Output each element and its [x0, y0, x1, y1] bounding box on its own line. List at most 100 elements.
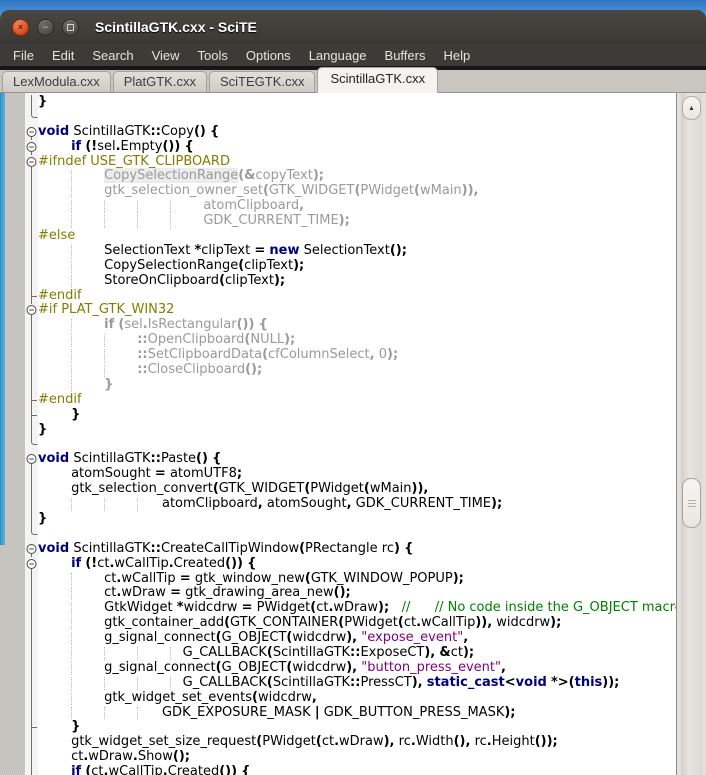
code-line[interactable]: } [0, 512, 676, 527]
code-line[interactable]: gtk_container_add(GTK_CONTAINER(PWidget(… [0, 616, 676, 631]
code-line[interactable]: gtk_widget_set_size_request(PWidget(ct.w… [0, 735, 676, 750]
code-line[interactable]: } [0, 408, 676, 423]
fold-marker[interactable] [25, 333, 38, 348]
code-line[interactable]: atomClipboard, atomSought, GDK_CURRENT_T… [0, 497, 676, 512]
fold-marker[interactable] [25, 274, 38, 289]
menu-item-options[interactable]: Options [237, 46, 300, 65]
fold-marker[interactable] [25, 408, 38, 423]
fold-marker[interactable] [25, 423, 38, 438]
fold-marker[interactable] [25, 214, 38, 229]
fold-marker[interactable] [25, 318, 38, 333]
code-line[interactable]: #if PLAT_GTK_WIN32 [0, 303, 676, 318]
code-line[interactable]: g_signal_connect(G_OBJECT(widcdrw), "but… [0, 661, 676, 676]
fold-marker[interactable] [25, 467, 38, 482]
scrollbar-thumb[interactable] [682, 478, 701, 528]
code-line[interactable]: ::SetClipboardData(cfColumnSelect, 0); [0, 348, 676, 363]
fold-marker[interactable] [25, 184, 38, 199]
code-line[interactable] [0, 437, 676, 452]
code-line[interactable]: if (sel.IsRectangular()) { [0, 318, 676, 333]
code-line[interactable] [0, 110, 676, 125]
code-line[interactable]: if (!ct.wCallTip.Created()) { [0, 557, 676, 572]
fold-marker[interactable] [25, 110, 38, 125]
fold-marker[interactable] [25, 512, 38, 527]
fold-marker[interactable] [25, 750, 38, 765]
fold-marker[interactable] [25, 631, 38, 646]
code-line[interactable]: gtk_selection_convert(GTK_WIDGET(PWidget… [0, 482, 676, 497]
fold-marker[interactable] [25, 95, 38, 110]
code-line[interactable]: gtk_widget_set_events(widcdrw, [0, 691, 676, 706]
fold-marker[interactable] [25, 586, 38, 601]
code-line[interactable]: #endif [0, 289, 676, 304]
scrollbar-trough[interactable] [681, 93, 702, 775]
tab-lexmodula-cxx[interactable]: LexModula.cxx [2, 71, 111, 92]
fold-marker[interactable] [25, 572, 38, 587]
fold-marker[interactable] [25, 140, 38, 155]
fold-marker[interactable] [25, 720, 38, 735]
fold-marker[interactable] [25, 661, 38, 676]
tab-scitegtk-cxx[interactable]: SciTEGTK.cxx [209, 71, 316, 92]
code-line[interactable]: GDK_EXPOSURE_MASK | GDK_BUTTON_PRESS_MAS… [0, 706, 676, 721]
code-line[interactable]: ::OpenClipboard(NULL); [0, 333, 676, 348]
fold-marker[interactable] [25, 706, 38, 721]
fold-marker[interactable] [25, 125, 38, 140]
code-line[interactable]: if (!sel.Empty()) { [0, 140, 676, 155]
code-line[interactable]: ct.wDraw.Show(); [0, 750, 676, 765]
fold-marker[interactable] [25, 497, 38, 512]
fold-marker[interactable] [25, 259, 38, 274]
code-area[interactable]: }void ScintillaGTK::Copy() { if (!sel.Em… [0, 95, 676, 775]
code-line[interactable]: void ScintillaGTK::Paste() { [0, 452, 676, 467]
menu-item-edit[interactable]: Edit [43, 46, 83, 65]
code-line[interactable]: if (ct.wCallTip.Created()) { [0, 765, 676, 775]
fold-marker[interactable] [25, 542, 38, 557]
fold-marker[interactable] [25, 363, 38, 378]
code-line[interactable]: ct.wDraw = gtk_drawing_area_new(); [0, 586, 676, 601]
code-line[interactable]: GDK_CURRENT_TIME); [0, 214, 676, 229]
fold-marker[interactable] [25, 244, 38, 259]
fold-marker[interactable] [25, 155, 38, 170]
scroll-up-button[interactable]: ▲ [682, 96, 701, 120]
code-line[interactable]: G_CALLBACK(ScintillaGTK::ExposeCT), &ct)… [0, 646, 676, 661]
fold-marker[interactable] [25, 691, 38, 706]
code-line[interactable]: ct.wCallTip = gtk_window_new(GTK_WINDOW_… [0, 572, 676, 587]
code-line[interactable]: GtkWidget *widcdrw = PWidget(ct.wDraw); … [0, 601, 676, 616]
fold-marker[interactable] [25, 169, 38, 184]
code-line[interactable] [0, 527, 676, 542]
fold-marker[interactable] [25, 646, 38, 661]
menu-item-language[interactable]: Language [300, 46, 376, 65]
code-line[interactable]: G_CALLBACK(ScintillaGTK::PressCT), stati… [0, 676, 676, 691]
menu-item-search[interactable]: Search [83, 46, 142, 65]
code-line[interactable]: } [0, 423, 676, 438]
code-line[interactable]: #endif [0, 393, 676, 408]
fold-marker[interactable] [25, 735, 38, 750]
fold-marker[interactable] [25, 378, 38, 393]
code-line[interactable]: atomSought = atomUTF8; [0, 467, 676, 482]
code-line[interactable]: CopySelectionRange(clipText); [0, 259, 676, 274]
code-line[interactable]: } [0, 378, 676, 393]
code-editor[interactable]: }void ScintillaGTK::Copy() { if (!sel.Em… [0, 93, 676, 775]
code-line[interactable]: #ifndef USE_GTK_CLIPBOARD [0, 155, 676, 170]
tab-scintillagtk-cxx[interactable]: ScintillaGTK.cxx [317, 67, 438, 93]
tab-platgtk-cxx[interactable]: PlatGTK.cxx [113, 71, 207, 92]
code-line[interactable]: StoreOnClipboard(clipText); [0, 274, 676, 289]
menu-item-help[interactable]: Help [434, 46, 479, 65]
fold-marker[interactable] [25, 348, 38, 363]
fold-marker[interactable] [25, 452, 38, 467]
menu-item-view[interactable]: View [143, 46, 189, 65]
fold-marker[interactable] [25, 199, 38, 214]
fold-marker[interactable] [25, 482, 38, 497]
fold-marker[interactable] [25, 437, 38, 452]
fold-marker[interactable] [25, 616, 38, 631]
fold-marker[interactable] [25, 289, 38, 304]
code-line[interactable]: } [0, 95, 676, 110]
fold-marker[interactable] [25, 601, 38, 616]
code-line[interactable]: gtk_selection_owner_set(GTK_WIDGET(PWidg… [0, 184, 676, 199]
fold-marker[interactable] [25, 393, 38, 408]
code-line[interactable]: g_signal_connect(G_OBJECT(widcdrw), "exp… [0, 631, 676, 646]
code-line[interactable]: SelectionText *clipText = new SelectionT… [0, 244, 676, 259]
fold-marker[interactable] [25, 303, 38, 318]
fold-marker[interactable] [25, 229, 38, 244]
fold-marker[interactable] [25, 676, 38, 691]
code-line[interactable]: CopySelectionRange(&copyText); [0, 169, 676, 184]
fold-marker[interactable] [25, 557, 38, 572]
menu-item-buffers[interactable]: Buffers [376, 46, 435, 65]
